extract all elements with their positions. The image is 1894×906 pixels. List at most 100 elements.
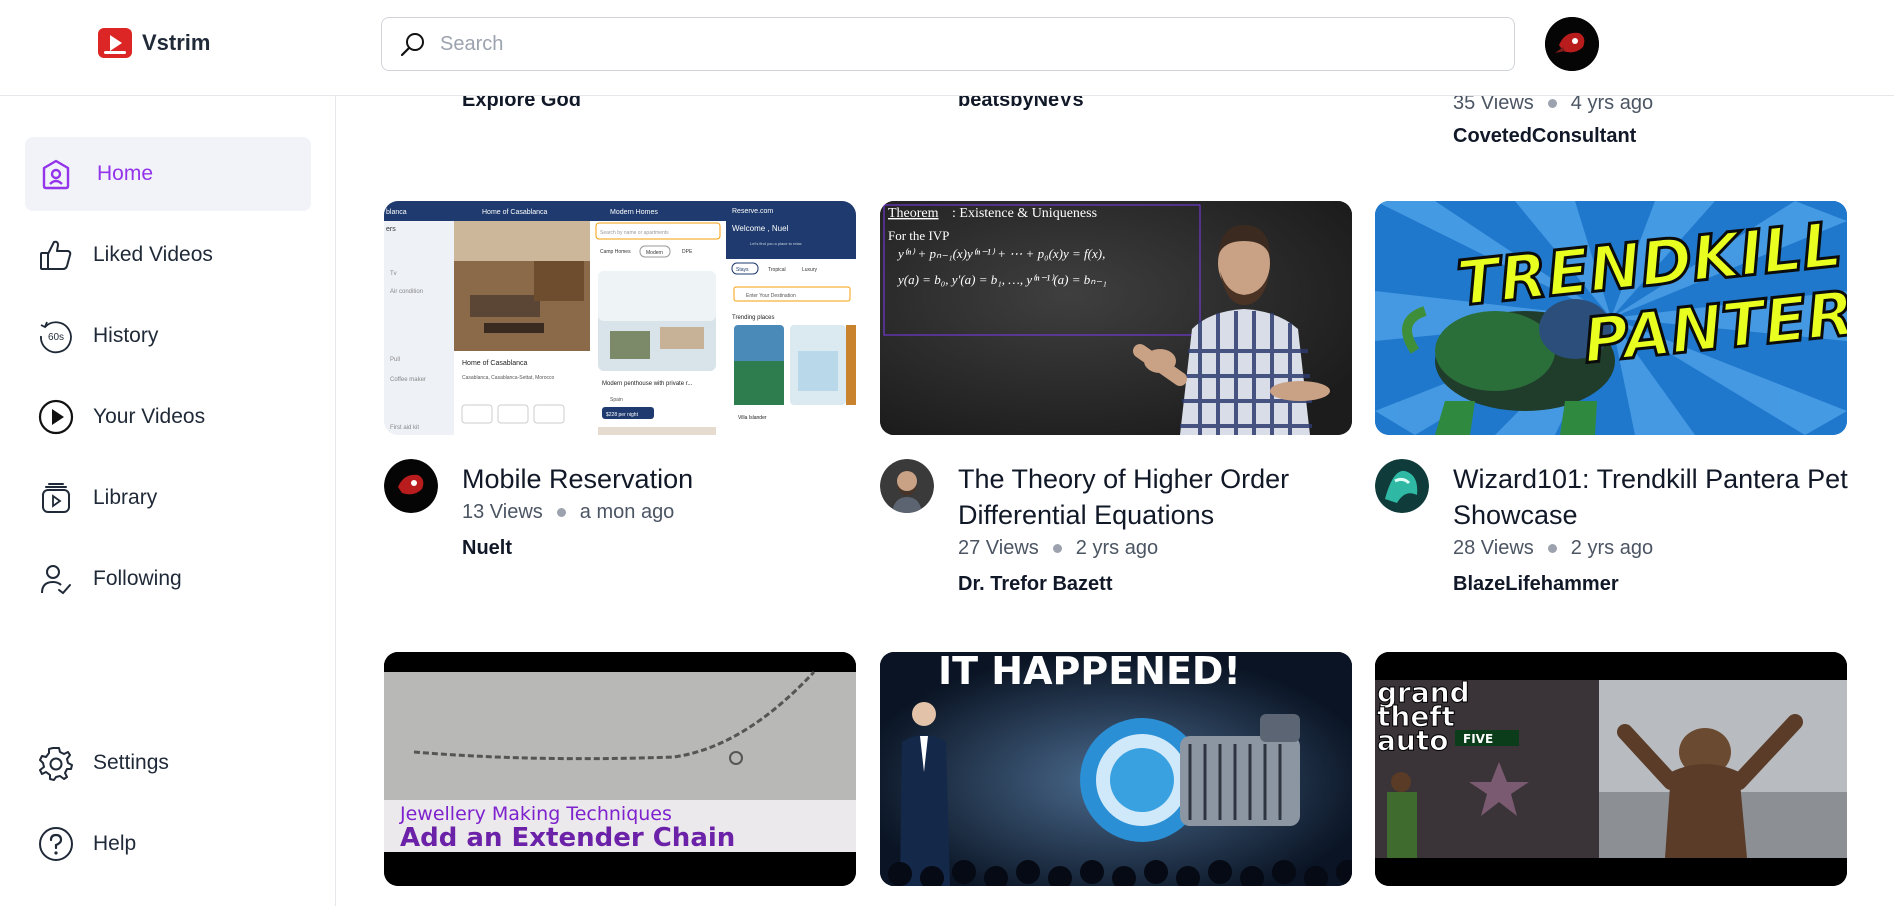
brand[interactable]: Vstrim (98, 28, 210, 58)
app-text: Home of Casablanca (482, 209, 547, 216)
video-title[interactable]: Wizard101: Trendkill Pantera Pet Showcas… (1453, 461, 1853, 533)
search-icon (400, 33, 424, 57)
sidebar-item-liked-videos[interactable]: Liked Videos (25, 218, 311, 292)
sidebar-item-label: Liked Videos (93, 243, 213, 266)
thumb-text: IT HAPPENED! (938, 652, 1241, 693)
app-text: Luxury (802, 267, 818, 273)
sidebar-item-your-videos[interactable]: Your Videos (25, 380, 311, 454)
thumb-text: y(a) = b₀, y′(a) = b₁, …, y⁽ⁿ⁻¹⁾(a) = bₙ… (896, 272, 1107, 287)
sidebar-item-label: Library (93, 486, 158, 509)
upload-age: a mon ago (579, 501, 675, 523)
thumb-text: Theorem (888, 206, 939, 221)
sidebar-item-label: Your Videos (93, 405, 206, 428)
video-stats: 27 Views 2 yrs ago (958, 537, 1158, 560)
sidebar-item-settings[interactable]: Settings (25, 726, 311, 800)
top-header: Vstrim (0, 0, 1894, 96)
video-thumbnail[interactable]: blanca ers Tv Air condition Pull Coffee … (384, 201, 856, 435)
svg-text:First aid kit: First aid kit (390, 425, 419, 431)
sidebar-item-label: Settings (93, 751, 169, 774)
sidebar-item-following[interactable]: Following (25, 542, 311, 616)
video-thumbnail[interactable]: IT HAPPENED! (880, 652, 1352, 886)
home-icon (42, 159, 70, 190)
brand-name: Vstrim (142, 30, 211, 55)
video-card[interactable]: TRENDKILL PANTERA Wizard101: Trendkill P… (1375, 201, 1848, 596)
thumb-text: auto (1377, 724, 1448, 757)
upload-age: 2 yrs ago (1075, 537, 1159, 559)
search-bar[interactable] (381, 17, 1515, 71)
channel-name[interactable]: Dr. Trefor Bazett (958, 573, 1112, 596)
svg-text:60s: 60s (48, 332, 64, 343)
play-circle-icon (38, 399, 74, 435)
thumb-text: FIVE (1463, 732, 1493, 746)
help-circle-icon (39, 827, 73, 861)
channel-name[interactable]: beatsbyNeVs (958, 96, 1084, 112)
video-title[interactable]: Mobile Reservation (462, 461, 862, 497)
vstrim-logo-icon (98, 28, 132, 58)
app-text: Modern (646, 250, 663, 256)
video-card[interactable]: IT HAPPENED! (880, 652, 1352, 886)
thumb-text: Add an Extender Chain (400, 823, 735, 853)
search-input[interactable] (440, 32, 1490, 56)
channel-avatar[interactable] (384, 459, 438, 513)
sidebar-item-label: Help (93, 832, 137, 855)
app-text: Modern penthouse with private r... (602, 381, 693, 387)
app-text: Casablanca, Casablanca-Settat, Morocco (462, 375, 554, 381)
upload-age: 2 yrs ago (1570, 537, 1654, 559)
video-card[interactable]: Theorem : Existence & Uniqueness For the… (880, 201, 1352, 595)
video-stats: 13 Views a mon ago (462, 501, 674, 524)
thumb-text: : Existence & Uniqueness (952, 206, 1097, 221)
sidebar: Home Liked Videos 60s History Your Video… (0, 96, 336, 906)
sidebar-item-label: History (93, 324, 159, 347)
app-text: $228 per night (606, 412, 639, 418)
app-text: DPE (682, 249, 693, 255)
svg-text:blanca: blanca (386, 209, 407, 216)
video-title[interactable]: The Theory of Higher Order Differential … (958, 461, 1358, 533)
separator-dot (1547, 99, 1557, 108)
video-grid: Explore God beatsbyNeVs 35 Views 4 yrs a… (337, 96, 1894, 906)
video-card[interactable]: Jewellery Making Techniques Add an Exten… (384, 652, 856, 886)
channel-name[interactable]: CovetedConsultant (1453, 125, 1636, 148)
channel-name[interactable]: Nuelt (462, 537, 512, 560)
sidebar-item-label: Home (97, 162, 154, 185)
channel-name[interactable]: BlazeLifehammer (1453, 573, 1619, 596)
thumb-text: y⁽ⁿ⁾ + pₙ₋₁(x)y⁽ⁿ⁻¹⁾ + ⋯ + p₀(x)y = f(x)… (896, 246, 1105, 261)
video-thumbnail[interactable]: grand theft auto FIVE (1375, 652, 1847, 886)
app-text: Welcome , Nuel (732, 224, 789, 233)
app-text: Spain (610, 397, 623, 403)
sidebar-item-library[interactable]: Library (25, 461, 311, 535)
app-text: Tropical (768, 267, 786, 273)
user-avatar[interactable] (1545, 17, 1599, 71)
svg-text:Air condition: Air condition (390, 289, 423, 295)
channel-name[interactable]: Explore God (462, 96, 581, 112)
svg-text:ers: ers (386, 226, 396, 233)
separator-dot (1547, 544, 1557, 553)
channel-avatar[interactable] (880, 459, 934, 513)
user-check-icon (41, 565, 71, 595)
video-stats: 28 Views 2 yrs ago (1453, 537, 1653, 560)
app-text: Home of Casablanca (462, 360, 527, 367)
video-card[interactable]: blanca ers Tv Air condition Pull Coffee … (384, 201, 856, 595)
separator-dot (556, 508, 566, 517)
app-text: Villa Islander (738, 415, 767, 421)
sidebar-item-label: Following (93, 567, 182, 590)
video-stats: 35 Views 4 yrs ago (1453, 96, 1653, 115)
library-icon (42, 483, 70, 513)
app-text: Enter Your Destination (746, 293, 796, 299)
app-text: Camp Homes (600, 249, 631, 255)
video-thumbnail[interactable]: TRENDKILL PANTERA (1375, 201, 1847, 435)
app-text: Let's find you a place to relax (750, 241, 802, 246)
thumb-text: Jewellery Making Techniques (399, 803, 672, 825)
sidebar-item-history[interactable]: 60s History (25, 299, 311, 373)
video-thumbnail[interactable]: Jewellery Making Techniques Add an Exten… (384, 652, 856, 886)
sidebar-item-help[interactable]: Help (25, 807, 311, 881)
history-60s-icon: 60s (40, 321, 72, 354)
svg-text:Coffee maker: Coffee maker (390, 377, 426, 383)
view-count: 28 Views (1453, 537, 1534, 559)
sidebar-item-home[interactable]: Home (25, 137, 311, 211)
view-count: 27 Views (958, 537, 1039, 559)
view-count: 13 Views (462, 501, 543, 523)
video-thumbnail[interactable]: Theorem : Existence & Uniqueness For the… (880, 201, 1352, 435)
video-card[interactable]: grand theft auto FIVE (1375, 652, 1847, 886)
app-text: Reserve.com (732, 208, 773, 215)
channel-avatar[interactable] (1375, 459, 1429, 513)
